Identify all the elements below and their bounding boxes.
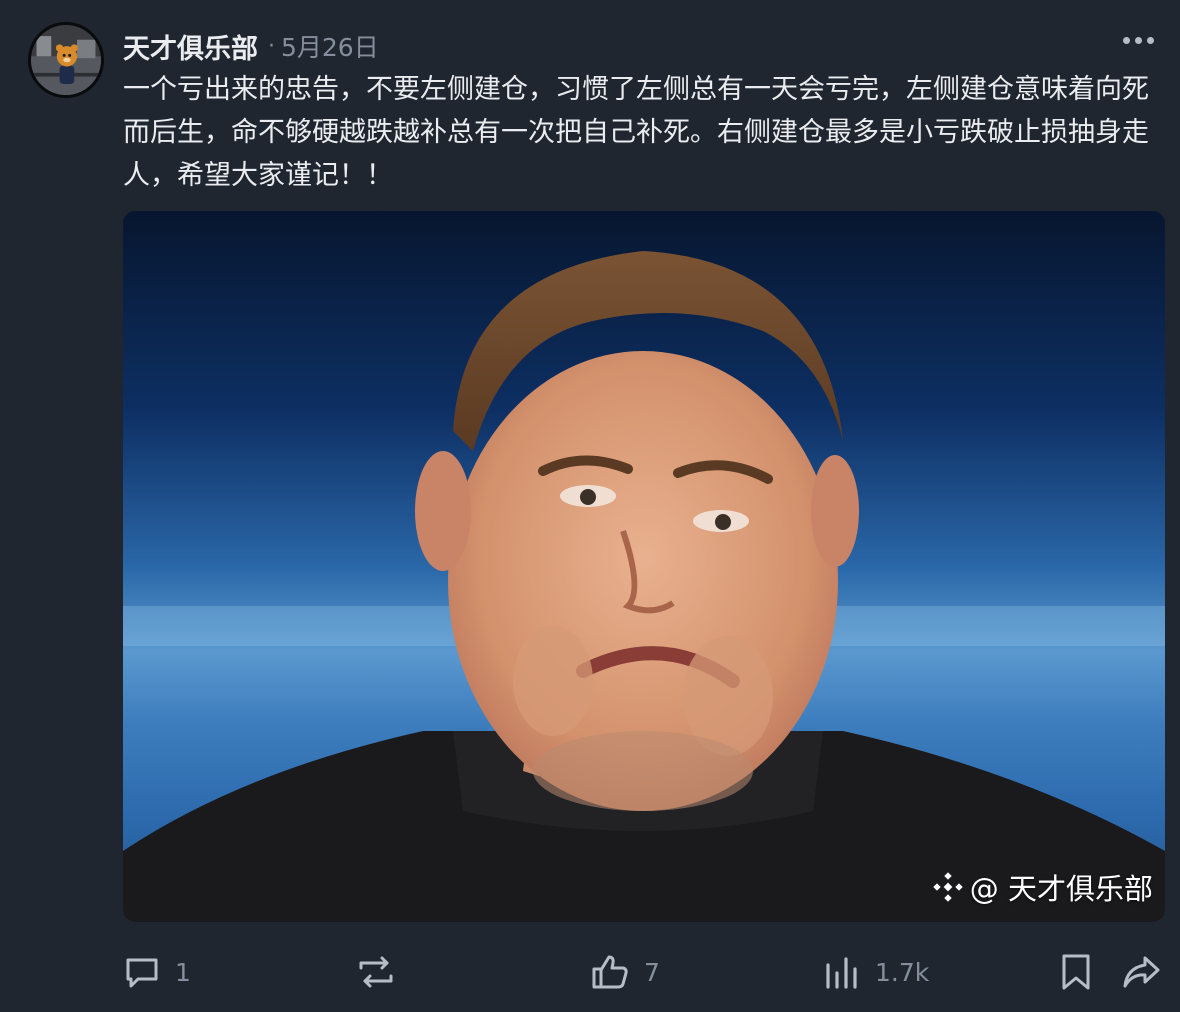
thumbs-up-icon [592,955,628,989]
more-options-button[interactable] [1118,26,1158,54]
bookmark-icon [1062,954,1090,990]
bookmark-button[interactable] [1058,948,1094,996]
more-horizontal-icon-dot [1134,36,1142,44]
post-image[interactable]: @ 天才俱乐部 [123,211,1165,922]
image-watermark: @ 天才俱乐部 [931,866,1153,908]
binance-diamond-logo-icon [931,871,964,903]
post-header: 天才俱乐部 · 5月26日 [123,26,379,66]
avatar[interactable] [28,22,104,98]
view-count: 1.7k [875,957,930,987]
comment-button[interactable]: 1 [123,948,191,996]
watermark-text: @ 天才俱乐部 [969,872,1153,906]
action-bar: 1 7 1.7k [123,948,1168,996]
post-content: 一个亏出来的忠告，不要左侧建仓，习惯了左侧总有一天会亏完，左侧建仓意味着向死而后… [123,74,1149,191]
photo [123,211,1165,922]
repost-button[interactable] [355,948,397,996]
header-separator: · [268,33,275,59]
avatar-image [31,25,101,95]
more-horizontal-icon [1122,36,1130,44]
post-card: 天才俱乐部 · 5月26日 一个亏出来的忠告，不要左侧建仓，习惯了左侧总有一天会… [0,0,1180,1012]
more-horizontal-icon-dot [1146,36,1154,44]
bar-chart-icon [826,957,857,989]
like-count: 7 [644,957,660,987]
comment-count: 1 [175,957,191,987]
share-arrow-icon [1123,956,1160,988]
like-button[interactable]: 7 [590,948,660,996]
views-button[interactable]: 1.7k [823,948,929,996]
comment-bubble-icon [126,958,158,988]
share-button[interactable] [1121,948,1161,996]
post-date[interactable]: 5月26日 [281,28,379,64]
repost-arrows-icon [359,956,393,988]
author-name[interactable]: 天才俱乐部 [123,27,258,66]
